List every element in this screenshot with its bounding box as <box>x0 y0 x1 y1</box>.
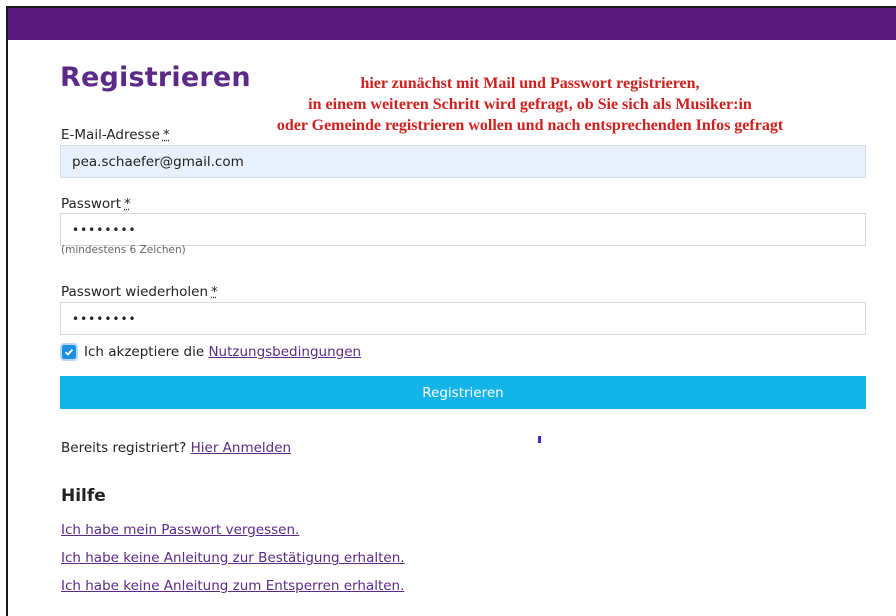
register-button[interactable]: Registrieren <box>60 376 866 409</box>
resend-confirmation-link[interactable]: Ich habe keine Anleitung zur Bestätigung… <box>61 550 405 566</box>
help-heading: Hilfe <box>61 486 106 506</box>
terms-checkbox[interactable] <box>60 343 78 361</box>
login-prompt: Bereits registriert? Hier Anmelden <box>61 440 291 456</box>
annotation-line: in einem weiteren Schritt wird gefragt, … <box>308 96 752 113</box>
site-header-bar <box>8 8 896 40</box>
password-repeat-label: Passwort wiederholen * <box>61 284 218 300</box>
annotation-note: hier zunächst mit Mail und Passwort regi… <box>200 73 860 136</box>
required-marker: * <box>162 127 170 143</box>
resend-unlock-link[interactable]: Ich habe keine Anleitung zum Entsperren … <box>61 578 404 594</box>
required-marker: * <box>124 196 131 212</box>
terms-text: Ich akzeptiere die <box>84 344 205 360</box>
annotation-line: hier zunächst mit Mail und Passwort regi… <box>360 75 700 92</box>
checkmark-icon <box>64 348 74 356</box>
login-prompt-text: Bereits registriert? <box>61 440 187 456</box>
password-label-text: Passwort <box>61 196 122 212</box>
annotation-line: oder Gemeinde registrieren wollen und na… <box>276 117 784 134</box>
password-repeat-label-text: Passwort wiederholen <box>61 284 209 300</box>
email-label: E-Mail-Adresse * <box>61 127 170 143</box>
forgot-password-link[interactable]: Ich habe mein Passwort vergessen. <box>61 522 299 538</box>
password-label: Passwort * <box>61 196 131 212</box>
password-repeat-field-value: •••••••• <box>72 311 137 326</box>
email-field-value: pea.schaefer@gmail.com <box>72 153 244 170</box>
password-field-value: •••••••• <box>72 222 137 237</box>
terms-label: Ich akzeptiere die Nutzungsbedingungen <box>84 344 361 360</box>
login-link[interactable]: Hier Anmelden <box>191 440 291 456</box>
password-repeat-field[interactable]: •••••••• <box>60 302 866 335</box>
email-label-text: E-Mail-Adresse <box>61 127 160 143</box>
required-marker: * <box>211 284 218 300</box>
email-field[interactable]: pea.schaefer@gmail.com <box>60 145 866 178</box>
password-field[interactable]: •••••••• <box>60 213 866 246</box>
text-cursor <box>538 436 541 443</box>
terms-link[interactable]: Nutzungsbedingungen <box>208 344 361 360</box>
password-hint: (mindestens 6 Zeichen) <box>61 244 186 256</box>
